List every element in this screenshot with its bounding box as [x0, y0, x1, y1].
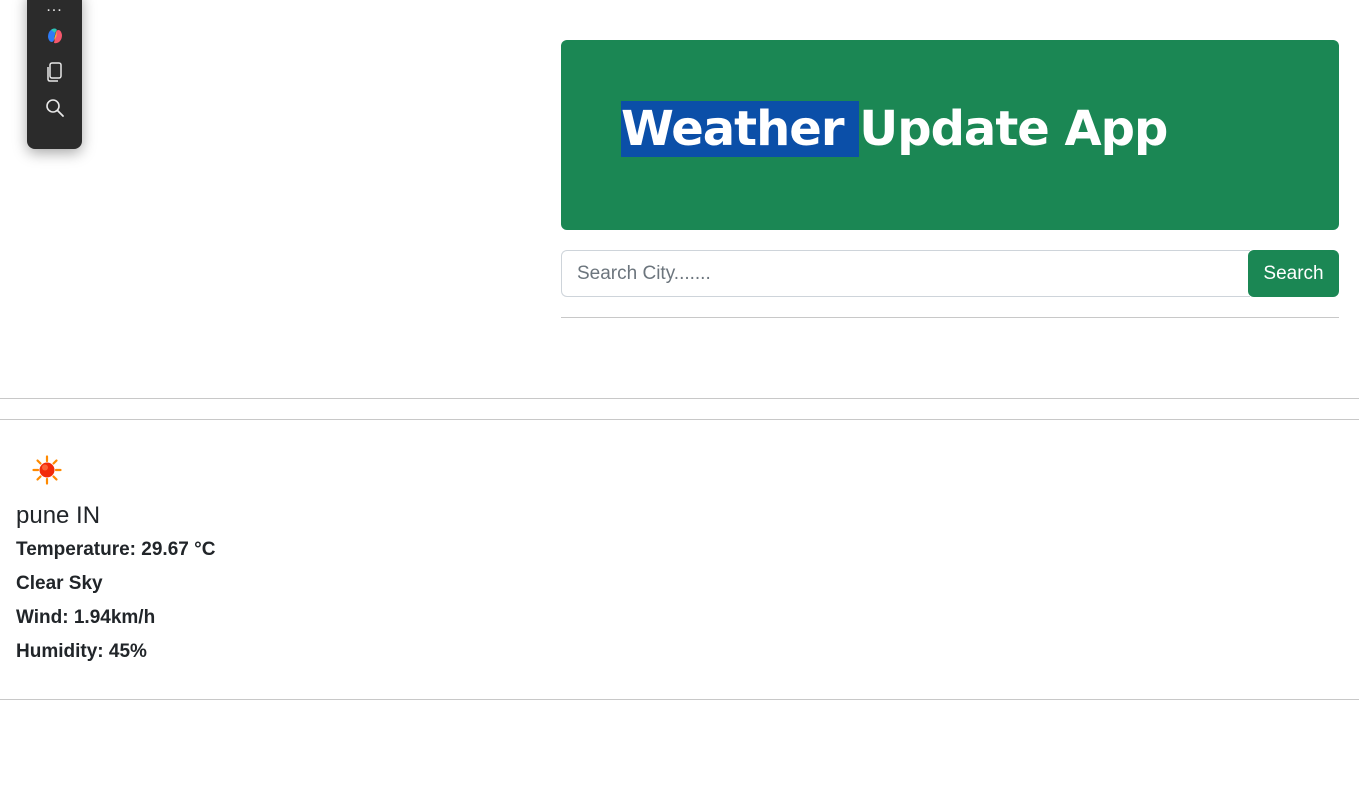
page: ... Weather Update App Search City......… [0, 0, 1359, 805]
divider [561, 317, 1339, 318]
header-card: Weather Update App [561, 40, 1339, 230]
city-name: pune IN [16, 502, 101, 529]
wind-text: Wind: 1.94km/h [16, 607, 156, 628]
divider [0, 699, 1359, 700]
copy-icon [46, 62, 62, 82]
more-icon: ... [46, 0, 63, 15]
humidity-text: Humidity: 45% [16, 641, 147, 662]
copy-button[interactable] [35, 54, 75, 90]
selection-toolbar: ... [27, 0, 82, 149]
search-button[interactable] [35, 90, 75, 126]
weather-result: pune IN Temperature: 29.67 °C Clear Sky … [16, 450, 516, 667]
sun-icon [32, 455, 62, 485]
divider [0, 398, 1359, 399]
temperature-text: Temperature: 29.67 °C [16, 539, 216, 560]
copilot-icon [47, 28, 62, 44]
more-options-button[interactable]: ... [35, 0, 75, 18]
page-title: Weather Update App [621, 96, 1168, 162]
search-city-input[interactable] [561, 250, 1250, 297]
weather-description: Clear Sky [16, 573, 103, 594]
title-text: Update App [859, 101, 1168, 157]
search-submit-button[interactable]: Search [1248, 250, 1339, 297]
search-bar: Search [561, 250, 1339, 297]
search-icon [45, 99, 64, 117]
selected-title-text: Weather [621, 101, 860, 157]
copilot-button[interactable] [35, 18, 75, 54]
divider [0, 419, 1359, 420]
